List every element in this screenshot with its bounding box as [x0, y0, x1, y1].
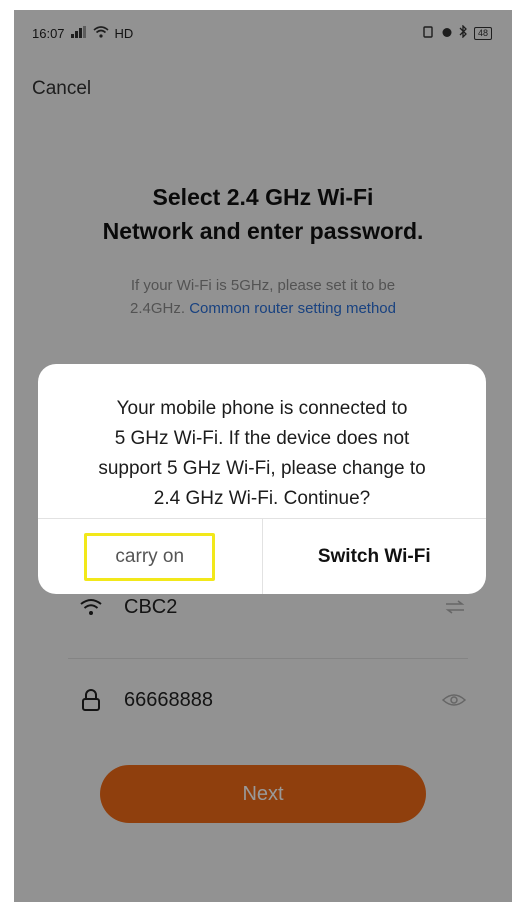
dialog-button-row: carry on Switch Wi-Fi: [38, 518, 486, 594]
carry-on-label: carry on: [84, 533, 216, 581]
dialog-message-line3: support 5 GHz Wi-Fi, please change to: [98, 458, 426, 479]
dialog-message: Your mobile phone is connected to 5 GHz …: [58, 394, 466, 514]
carry-on-button[interactable]: carry on: [38, 519, 263, 594]
wifi-warning-dialog: Your mobile phone is connected to 5 GHz …: [38, 364, 486, 594]
phone-screen: 16:07 HD 48 Cancel Select 2.4 GHz Wi-Fi: [14, 10, 512, 902]
dialog-message-line4: 2.4 GHz Wi-Fi. Continue?: [153, 488, 371, 509]
dialog-message-line2: 5 GHz Wi-Fi. If the device does not: [114, 428, 410, 449]
dialog-message-line1: Your mobile phone is connected to: [116, 398, 408, 419]
switch-wifi-button[interactable]: Switch Wi-Fi: [263, 519, 487, 594]
